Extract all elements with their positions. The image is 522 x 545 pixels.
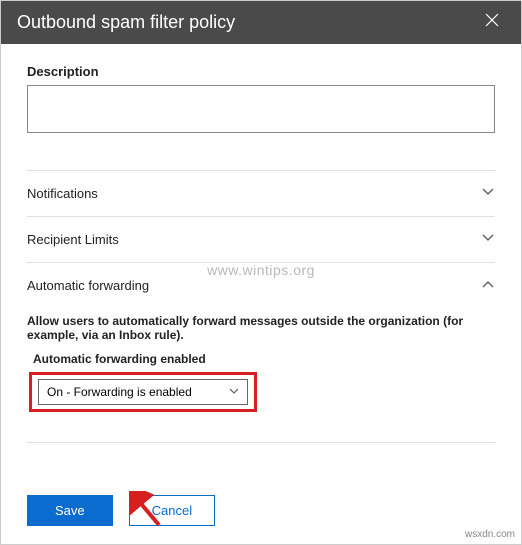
auto-forward-dropdown[interactable]: On - Forwarding is enabled — [38, 379, 248, 405]
section-notifications[interactable]: Notifications — [27, 171, 495, 216]
description-input[interactable] — [27, 85, 495, 133]
close-icon[interactable] — [479, 11, 505, 34]
divider — [27, 442, 495, 443]
attribution-text: wsxdn.com — [465, 529, 515, 540]
auto-forward-dropdown-label: Automatic forwarding enabled — [33, 352, 495, 366]
chevron-down-icon — [229, 386, 239, 399]
section-recipient-limits[interactable]: Recipient Limits — [27, 217, 495, 262]
dropdown-selected-value: On - Forwarding is enabled — [47, 385, 192, 399]
panel-content: Description Notifications Recipient Limi… — [1, 44, 521, 453]
description-label: Description — [27, 64, 495, 79]
panel-header: Outbound spam filter policy — [1, 1, 521, 44]
section-title-notifications: Notifications — [27, 186, 98, 201]
footer-actions: Save Cancel — [27, 495, 215, 526]
save-button[interactable]: Save — [27, 495, 113, 526]
chevron-down-icon — [481, 231, 495, 248]
section-title-automatic-forwarding: Automatic forwarding — [27, 278, 149, 293]
automatic-forwarding-content: Allow users to automatically forward mes… — [27, 308, 495, 442]
highlight-annotation: On - Forwarding is enabled — [29, 372, 257, 412]
chevron-down-icon — [481, 185, 495, 202]
panel-title: Outbound spam filter policy — [17, 12, 235, 33]
section-automatic-forwarding[interactable]: Automatic forwarding — [27, 263, 495, 308]
section-title-recipient-limits: Recipient Limits — [27, 232, 119, 247]
auto-forward-help-text: Allow users to automatically forward mes… — [27, 314, 495, 342]
chevron-up-icon — [481, 277, 495, 294]
cancel-button[interactable]: Cancel — [129, 495, 215, 526]
